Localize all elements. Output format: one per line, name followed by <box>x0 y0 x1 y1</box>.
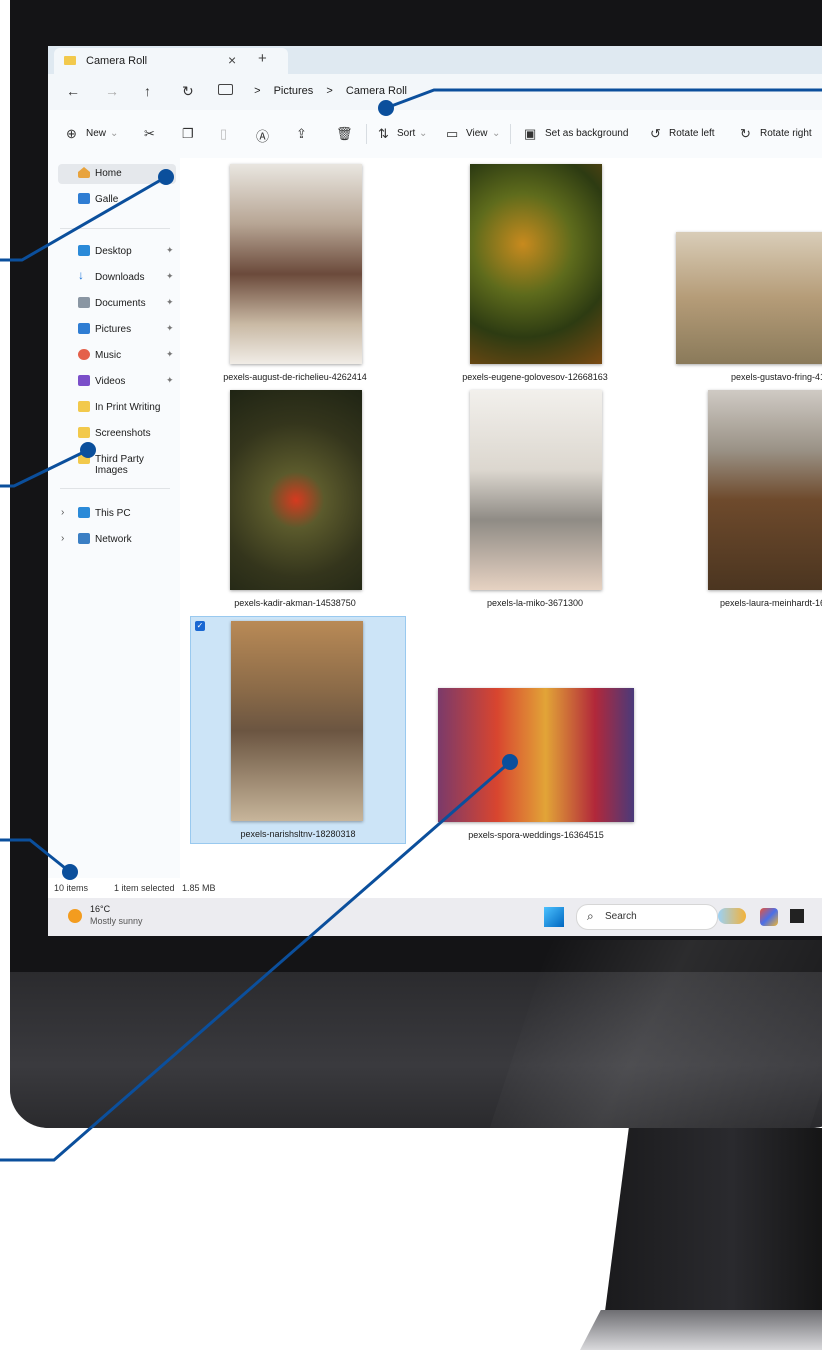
callout-overlay <box>0 88 822 1162</box>
callout-dot <box>378 100 394 116</box>
callout-line <box>0 838 71 874</box>
callout-dot <box>502 754 518 770</box>
callout-dot <box>158 169 174 185</box>
callout-line <box>0 175 167 262</box>
callout-dot <box>80 442 96 458</box>
callout-dot <box>62 864 78 880</box>
callout-line <box>0 760 511 1162</box>
callout-line <box>0 448 89 488</box>
callout-line <box>385 88 822 110</box>
